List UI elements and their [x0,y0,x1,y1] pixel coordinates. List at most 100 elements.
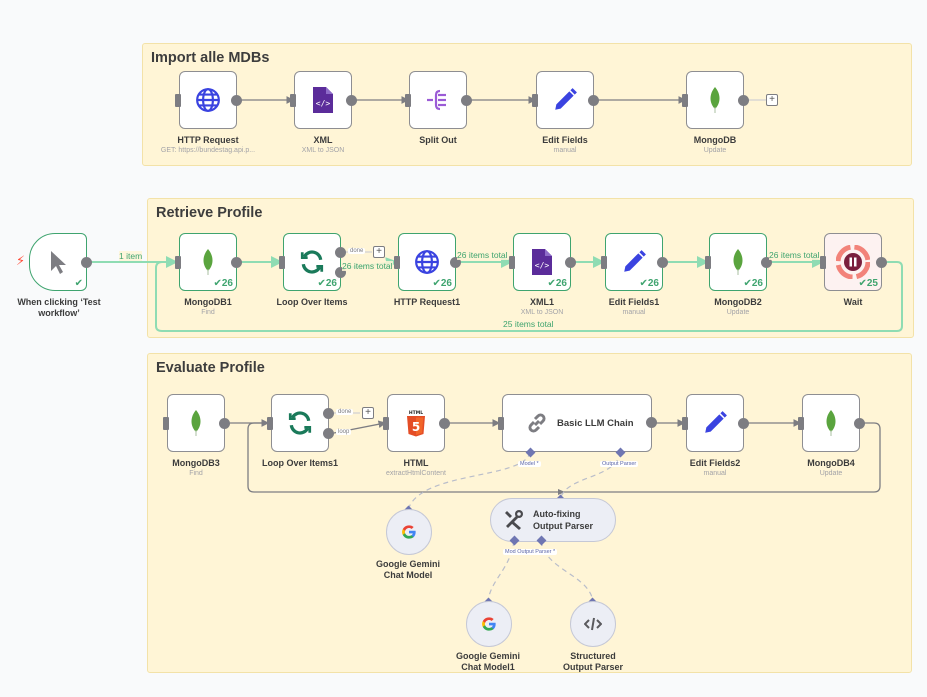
mongodb-leaf-icon [731,249,745,275]
svg-text:</>: </> [535,261,550,270]
add-node-button[interactable]: + [362,407,374,419]
input-handle[interactable] [383,417,389,430]
node-html[interactable]: HTML 5 [383,394,450,452]
node-label: Google Gemini Chat Model [348,559,468,581]
node-label: MongoDB3 [172,458,220,468]
output-handle[interactable] [738,418,749,429]
node-label: Edit Fields1 [608,297,660,307]
svg-text:</>: </> [316,99,331,108]
output-handle[interactable] [346,95,357,106]
output-handle[interactable] [565,257,576,268]
edge-label: 26 items total [342,261,393,271]
input-handle[interactable] [532,94,538,107]
input-handle[interactable] [498,417,504,430]
output-handle[interactable] [646,417,657,428]
item-count: 26 [751,278,763,289]
output-handle[interactable] [738,95,749,106]
node-label-line2: Output Parser [562,662,623,672]
input-handle[interactable] [682,417,688,430]
node-xml[interactable]: </> [290,71,357,129]
code-icon [584,617,602,631]
input-handle[interactable] [405,94,411,107]
input-handle[interactable] [163,417,169,430]
node-split-out[interactable] [405,71,472,129]
node-auto-fixing-output-parser[interactable]: Auto-fixing Output Parser [490,498,616,542]
trigger-bolt-icon: ⚡ [16,253,26,268]
output-handle[interactable] [439,418,450,429]
node-subtitle: extractHtmlContent [386,470,446,477]
output-handle-done[interactable] [335,247,346,258]
node-subtitle: Find [201,309,215,316]
pencil-icon [702,410,728,436]
node-label: Loop Over Items1 [261,458,339,468]
node-label: MongoDB4 [807,458,855,468]
mongodb-leaf-icon [189,410,203,436]
node-http-request1[interactable]: ✔26 [394,233,461,291]
output-handle[interactable] [231,257,242,268]
file-code-icon: </> [313,87,333,113]
output-handle[interactable] [231,95,242,106]
node-structured-output-parser[interactable] [570,601,616,647]
input-handle[interactable] [394,256,400,269]
add-node-button[interactable]: + [766,94,778,106]
pencil-icon [552,87,578,113]
node-mongodb3[interactable] [163,394,230,452]
pencil-icon [621,249,647,275]
output-handle[interactable] [588,95,599,106]
output-handle[interactable] [657,257,668,268]
node-label: Auto-fixing Output Parser [533,508,593,532]
input-handle[interactable] [279,256,285,269]
input-handle[interactable] [175,256,181,269]
node-label-line1: Google Gemini [455,651,520,661]
input-handle[interactable] [601,256,607,269]
success-count: ✔26 [639,278,659,289]
node-label: HTTP Request1 [393,297,461,307]
output-handle[interactable] [219,418,230,429]
node-label: When clicking ‘Test workflow’ [17,297,101,318]
node-loop-over-items1[interactable] [267,394,334,452]
node-label-line2: Chat Model1 [461,662,515,672]
mongodb-leaf-icon [708,87,722,113]
node-loop-over-items[interactable]: ✔26 [279,233,346,291]
input-handle[interactable] [175,94,181,107]
item-count: 26 [555,278,567,289]
node-wait[interactable]: ✔25 [820,233,887,291]
node-google-gemini-chat-model1[interactable] [466,601,512,647]
node-http-request[interactable] [175,71,242,129]
input-handle[interactable] [290,94,296,107]
node-subtitle: Update [819,470,843,477]
output-handle[interactable] [854,418,865,429]
input-handle[interactable] [267,417,273,430]
output-handle[interactable] [876,257,887,268]
node-manual-trigger[interactable]: ✔ [29,233,92,291]
split-icon [426,89,450,111]
add-node-button[interactable]: + [373,246,385,258]
node-mongodb[interactable] [682,71,749,129]
output-handle[interactable] [81,257,92,268]
node-xml1[interactable]: </> ✔26 [509,233,576,291]
node-label: Google Gemini Chat Model1 [428,651,548,673]
node-mongodb2[interactable]: ✔26 [705,233,772,291]
output-handle-done[interactable] [323,408,334,419]
node-edit-fields1[interactable]: ✔26 [601,233,668,291]
input-handle[interactable] [682,94,688,107]
node-basic-llm-chain[interactable]: Basic LLM Chain [498,394,657,452]
node-edit-fields2[interactable] [682,394,749,452]
file-code-icon: </> [532,249,552,275]
success-count: ✔26 [317,278,337,289]
input-handle[interactable] [820,256,826,269]
node-label-line1: Google Gemini [375,559,440,569]
node-label: HTTP Request [177,135,239,145]
output-handle-loop[interactable] [323,428,334,439]
node-mongodb4[interactable] [798,394,865,452]
node-google-gemini-chat-model[interactable] [386,509,432,555]
success-count: ✔25 [858,278,878,289]
input-handle[interactable] [705,256,711,269]
output-handle[interactable] [461,95,472,106]
input-handle[interactable] [798,417,804,430]
node-mongodb1[interactable]: ✔26 [175,233,242,291]
node-edit-fields[interactable] [532,71,599,129]
node-label: Structured Output Parser [533,651,653,673]
input-handle[interactable] [509,256,515,269]
edge-label: 26 items total [769,250,820,260]
